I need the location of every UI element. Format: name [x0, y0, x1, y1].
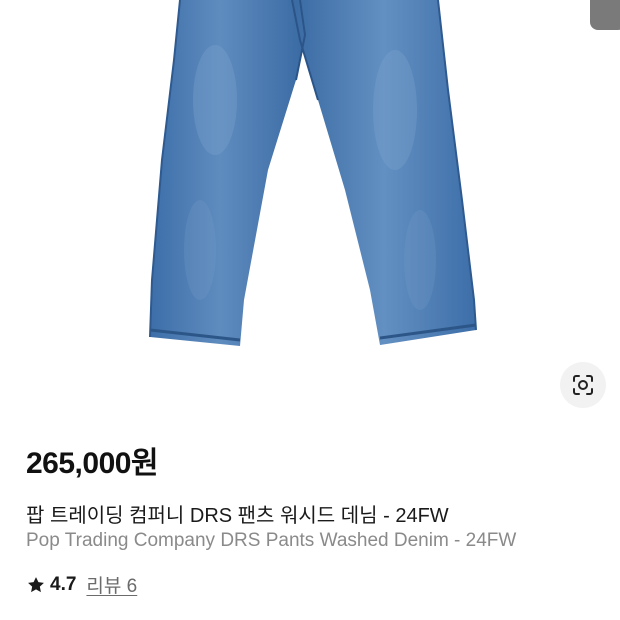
- product-title-english: Pop Trading Company DRS Pants Washed Den…: [26, 530, 517, 551]
- pants-right-leg: [292, 0, 476, 345]
- review-count-link[interactable]: 리뷰 6: [86, 571, 137, 598]
- product-title-korean: 팝 트레이딩 컴퍼니 DRS 팬츠 워시드 데님 - 24FW: [26, 505, 449, 527]
- star-icon: [28, 576, 44, 592]
- product-detail-page: 265,000원 팝 트레이딩 컴퍼니 DRS 팬츠 워시드 데님 - 24FW…: [0, 0, 620, 620]
- visual-search-icon: [573, 375, 593, 395]
- image-overlay-button[interactable]: [590, 0, 620, 30]
- pants-left-leg: [150, 0, 305, 346]
- product-image[interactable]: [0, 0, 620, 410]
- visual-search-button[interactable]: [560, 362, 606, 408]
- product-price: 265,000원: [26, 447, 159, 480]
- rating-value: 4.7: [50, 573, 77, 595]
- rating-row: 4.7 리뷰 6: [26, 571, 137, 598]
- denim-pants-illustration: [149, 0, 477, 346]
